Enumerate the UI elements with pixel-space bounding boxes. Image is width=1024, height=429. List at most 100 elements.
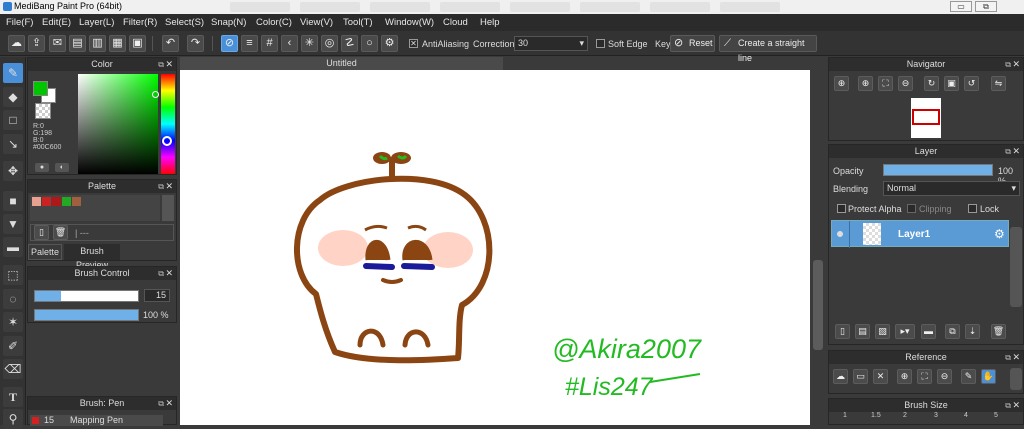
menu-help[interactable]: Help <box>480 17 500 28</box>
close-icon[interactable]: ✕ <box>873 369 888 384</box>
undock-icon[interactable]: ⧉ <box>158 180 164 193</box>
transparent-swatch[interactable] <box>35 103 51 119</box>
zoom-out-icon[interactable]: ⊖ <box>937 369 952 384</box>
chat-icon[interactable]: ▤ <box>69 35 86 52</box>
comment-icon[interactable]: ✉ <box>49 35 66 52</box>
brush-size-value[interactable]: 15 <box>144 289 170 302</box>
select-eraser-tool-icon[interactable]: ⌫ <box>3 359 23 379</box>
restore-button[interactable]: ⧉ <box>975 1 997 12</box>
brush-size-preset[interactable]: 4 <box>964 412 968 419</box>
color-picker-cursor[interactable] <box>152 91 159 98</box>
hue-slider[interactable] <box>161 74 175 174</box>
vanishing-point-icon[interactable]: ‹ <box>281 35 298 52</box>
undock-icon[interactable]: ⧉ <box>158 58 164 71</box>
zoom-in-icon[interactable]: ⊕ <box>897 369 912 384</box>
menu-layer[interactable]: Layer(L) <box>79 17 114 28</box>
palette-swatch[interactable] <box>52 197 61 206</box>
undock-icon[interactable]: ⧉ <box>1005 58 1011 71</box>
bucket-tool-icon[interactable]: ▼ <box>3 214 23 234</box>
lock-checkbox[interactable] <box>968 204 977 213</box>
rotate-back-icon[interactable]: ↺ <box>964 76 979 91</box>
move-tool-icon[interactable]: ✥ <box>3 161 23 181</box>
undock-icon[interactable]: ⧉ <box>1005 145 1011 158</box>
drawing-canvas[interactable]: @Akira2007 #Lis247 <box>180 70 810 425</box>
eyedropper-icon[interactable]: ✎ <box>961 369 976 384</box>
new-folder-icon[interactable]: ▬ <box>921 324 936 339</box>
cross-snap-icon[interactable]: # <box>261 35 278 52</box>
palette-swatch[interactable] <box>72 197 81 206</box>
grid-icon[interactable]: ▣ <box>129 35 146 52</box>
close-icon[interactable]: ✕ <box>1012 351 1020 364</box>
concentric-snap-icon[interactable]: ◎ <box>321 35 338 52</box>
layer-row[interactable]: Layer1 ⚙ <box>831 220 1009 248</box>
menu-tool[interactable]: Tool(T) <box>343 17 373 28</box>
gradient-tool-icon[interactable]: ▬ <box>3 237 23 257</box>
menu-color[interactable]: Color(C) <box>256 17 292 28</box>
brush-size-slider[interactable] <box>34 290 139 302</box>
undock-icon[interactable]: ⧉ <box>158 267 164 280</box>
trash-icon[interactable]: 🗑 <box>53 225 68 240</box>
snap-off-icon[interactable]: ⊘ <box>221 35 238 52</box>
menu-snap[interactable]: Snap(N) <box>211 17 246 28</box>
new-layer-icon[interactable]: ▯ <box>835 324 850 339</box>
brush-list-item[interactable]: 15 Mapping Pen <box>30 415 163 426</box>
color-swap-icon[interactable]: ◐ <box>55 163 69 172</box>
tab-untitled[interactable]: Untitled <box>180 57 503 70</box>
antialiasing-checkbox[interactable]: ✕ <box>409 39 418 48</box>
menu-file[interactable]: File(F) <box>6 17 33 28</box>
reset-button[interactable]: ⊘ Reset <box>670 35 715 52</box>
cloud-icon[interactable]: ☁ <box>8 35 25 52</box>
brush-size-preset[interactable]: 1.5 <box>871 412 881 419</box>
layer-opacity-slider[interactable] <box>883 164 993 176</box>
brush-size-preset[interactable]: 5 <box>994 412 998 419</box>
close-icon[interactable]: ✕ <box>1012 399 1020 412</box>
saturation-value-picker[interactable] <box>78 74 158 174</box>
zoom-in-icon[interactable]: ⊕ <box>858 76 873 91</box>
palette-swatch[interactable] <box>42 197 51 206</box>
navigator-viewport[interactable] <box>912 109 940 125</box>
layer-settings-gear-icon[interactable]: ⚙ <box>994 227 1005 241</box>
create-straight-line-button[interactable]: ⟋ Create a straight line <box>719 35 817 63</box>
text-tool-icon[interactable]: T <box>3 387 23 407</box>
rectangle-tool-icon[interactable]: □ <box>3 110 23 130</box>
blending-select[interactable]: Normal ▾ <box>883 181 1020 196</box>
new-palette-icon[interactable]: ▯ <box>34 225 49 240</box>
brush-size-preset[interactable]: 2 <box>903 412 907 419</box>
menu-edit[interactable]: Edit(E) <box>42 17 71 28</box>
rotate-icon[interactable]: ↻ <box>924 76 939 91</box>
tab-palette[interactable]: Palette <box>28 244 62 260</box>
duplicate-layer-icon[interactable]: ⧉ <box>945 324 960 339</box>
menu-window[interactable]: Window(W) <box>385 17 434 28</box>
new-halftone-layer-icon[interactable]: ▤ <box>855 324 870 339</box>
menu-view[interactable]: View(V) <box>300 17 333 28</box>
eraser-tool-icon[interactable]: ◆ <box>3 87 23 107</box>
redo-icon[interactable]: ↷ <box>187 35 204 52</box>
undo-icon[interactable]: ↶ <box>162 35 179 52</box>
line-tool-icon[interactable]: ↘ <box>3 134 23 154</box>
fit-window-icon[interactable]: ⛶ <box>878 76 893 91</box>
document-icon[interactable]: ▥ <box>89 35 106 52</box>
add-layer-menu-icon[interactable]: ▸▾ <box>895 324 915 339</box>
close-icon[interactable]: ✕ <box>165 58 173 71</box>
correction-select[interactable]: 30 ▾ <box>514 36 588 51</box>
layer-scrollbar[interactable] <box>1010 227 1022 307</box>
foreground-color-swatch[interactable] <box>33 81 48 96</box>
zoom-out-icon[interactable]: ⊖ <box>898 76 913 91</box>
clipping-checkbox[interactable] <box>907 204 916 213</box>
close-icon[interactable]: ✕ <box>165 267 173 280</box>
storyboard-icon[interactable]: ▦ <box>109 35 126 52</box>
flip-icon[interactable]: ⇋ <box>991 76 1006 91</box>
lasso-tool-icon[interactable]: ◌ <box>3 289 23 309</box>
undock-icon[interactable]: ⧉ <box>1005 351 1011 364</box>
brush-size-preset[interactable]: 1 <box>843 412 847 419</box>
menu-select[interactable]: Select(S) <box>165 17 204 28</box>
brush-size-preset[interactable]: 3 <box>934 412 938 419</box>
close-icon[interactable]: ✕ <box>165 180 173 193</box>
settings-gear-icon[interactable]: ⚙ <box>381 35 398 52</box>
tab-brush-preview[interactable]: Brush Preview <box>64 244 120 270</box>
fill-rectangle-tool-icon[interactable]: ■ <box>3 191 23 211</box>
menu-filter[interactable]: Filter(R) <box>123 17 157 28</box>
menu-cloud[interactable]: Cloud <box>443 17 468 28</box>
eyedropper-icon[interactable]: ● <box>35 163 49 172</box>
curve-snap-icon[interactable]: ☡ <box>341 35 358 52</box>
